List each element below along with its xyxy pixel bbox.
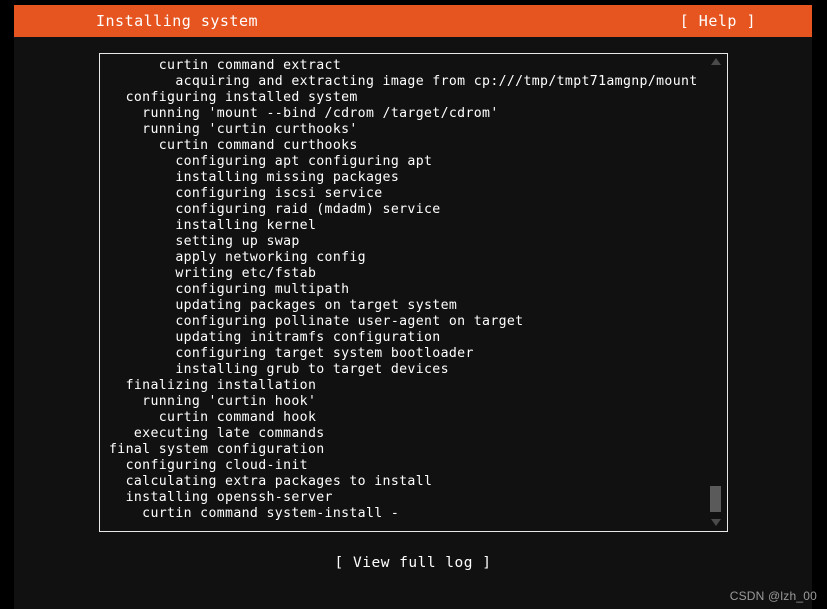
log-line: curtin command system-install - [109,506,400,521]
help-button[interactable]: [ Help ] [680,5,756,37]
log-line: acquiring and extracting image from cp:/… [109,74,698,89]
view-full-log-button[interactable]: [ View full log ] [14,555,812,571]
log-line: curtin command extract [109,58,342,73]
installer-screen: Installing system [ Help ] curtin comman… [0,0,827,609]
page-title: Installing system [96,12,259,30]
log-line: running 'curtin hook' [109,394,317,409]
log-line: writing etc/fstab [109,266,317,281]
watermark-label: CSDN @lzh_00 [729,589,817,603]
scroll-up-arrow-icon[interactable] [711,58,721,65]
log-line: configuring multipath [109,282,350,297]
log-scrollbar[interactable] [709,55,723,530]
log-line: curtin command hook [109,410,317,425]
scrollbar-thumb[interactable] [710,486,721,512]
log-line: configuring installed system [109,90,358,105]
install-log-lines: curtin command extract acquiring and ext… [109,58,698,522]
log-line: final system configuration [109,442,325,457]
log-line: configuring iscsi service [109,186,383,201]
log-line: configuring apt configuring apt [109,154,433,169]
log-line: setting up swap [109,234,300,249]
main-content: curtin command extract acquiring and ext… [14,37,812,609]
log-line: updating initramfs configuration [109,330,441,345]
install-log-panel: curtin command extract acquiring and ext… [99,53,728,532]
log-line: updating packages on target system [109,298,458,313]
log-line: apply networking config [109,250,366,265]
log-line: configuring cloud-init [109,458,308,473]
header-bar: Installing system [ Help ] [14,5,812,37]
log-line: configuring target system bootloader [109,346,474,361]
log-line: configuring pollinate user-agent on targ… [109,314,524,329]
log-line: finalizing installation [109,378,317,393]
log-line: installing grub to target devices [109,362,449,377]
log-line: installing openssh-server [109,490,333,505]
scroll-down-arrow-icon[interactable] [711,519,721,526]
log-line: running 'mount --bind /cdrom /target/cdr… [109,106,499,121]
log-line: calculating extra packages to install [109,474,433,489]
log-line: executing late commands [109,426,325,441]
log-line: installing missing packages [109,170,400,185]
log-line: configuring raid (mdadm) service [109,202,441,217]
log-line: running 'curtin curthooks' [109,122,358,137]
log-line: curtin command curthooks [109,138,358,153]
log-line: installing kernel [109,218,317,233]
